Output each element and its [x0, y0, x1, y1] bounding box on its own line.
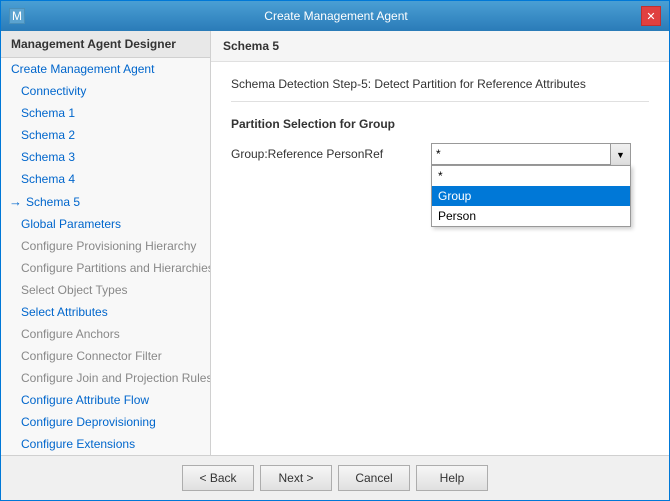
field-row: Group:Reference PersonRef * ▼ * Group Pe…: [231, 143, 649, 165]
help-button[interactable]: Help: [416, 465, 488, 491]
sidebar-item-create-management-agent[interactable]: Create Management Agent: [1, 58, 210, 80]
dropdown-list: * Group Person: [431, 165, 631, 227]
main-header: Schema 5: [211, 31, 669, 62]
sidebar-item-configure-join-and-projection-rules: Configure Join and Projection Rules: [1, 367, 210, 389]
field-label: Group:Reference PersonRef: [231, 143, 431, 161]
sidebar-item-global-parameters[interactable]: Global Parameters: [1, 213, 210, 235]
dropdown-option-person[interactable]: Person: [432, 206, 630, 226]
sidebar-item-configure-extensions[interactable]: Configure Extensions: [1, 433, 210, 455]
sidebar-header: Management Agent Designer: [1, 31, 210, 58]
sidebar-item-configure-deprovisioning[interactable]: Configure Deprovisioning: [1, 411, 210, 433]
sidebar-item-configure-connector-filter: Configure Connector Filter: [1, 345, 210, 367]
window-title: Create Management Agent: [31, 9, 641, 23]
back-button[interactable]: < Back: [182, 465, 254, 491]
sidebar-item-connectivity[interactable]: Connectivity: [1, 80, 210, 102]
dropdown-select[interactable]: * ▼: [431, 143, 631, 165]
cancel-button[interactable]: Cancel: [338, 465, 410, 491]
main-window: M Create Management Agent ✕ Management A…: [0, 0, 670, 501]
dropdown-option-group[interactable]: Group: [432, 186, 630, 206]
sidebar-item-select-attributes[interactable]: Select Attributes: [1, 301, 210, 323]
main-panel: Schema 5 Schema Detection Step-5: Detect…: [211, 31, 669, 455]
dropdown-option-star[interactable]: *: [432, 166, 630, 186]
sidebar: Management Agent Designer Create Managem…: [1, 31, 211, 455]
dropdown-wrapper: * ▼ * Group Person: [431, 143, 649, 165]
active-arrow-icon: →: [9, 194, 22, 209]
close-button[interactable]: ✕: [641, 6, 661, 26]
sidebar-item-schema-5[interactable]: → Schema 5: [1, 190, 210, 213]
sidebar-item-configure-attribute-flow[interactable]: Configure Attribute Flow: [1, 389, 210, 411]
dropdown-value: *: [436, 147, 630, 161]
sidebar-item-select-object-types: Select Object Types: [1, 279, 210, 301]
sidebar-item-schema-1[interactable]: Schema 1: [1, 102, 210, 124]
sidebar-item-schema-3[interactable]: Schema 3: [1, 146, 210, 168]
window-icon: M: [9, 8, 25, 24]
sidebar-item-configure-provisioning-hierarchy: Configure Provisioning Hierarchy: [1, 235, 210, 257]
next-button[interactable]: Next >: [260, 465, 332, 491]
bottom-bar: < Back Next > Cancel Help: [1, 455, 669, 500]
sidebar-item-configure-partitions-and-hierarchies: Configure Partitions and Hierarchies: [1, 257, 210, 279]
sidebar-item-schema-2[interactable]: Schema 2: [1, 124, 210, 146]
partition-section: Partition Selection for Group Group:Refe…: [231, 117, 649, 165]
partition-title: Partition Selection for Group: [231, 117, 649, 131]
content-area: Management Agent Designer Create Managem…: [1, 31, 669, 455]
titlebar: M Create Management Agent ✕: [1, 1, 669, 31]
sidebar-item-configure-anchors: Configure Anchors: [1, 323, 210, 345]
main-content: Schema Detection Step-5: Detect Partitio…: [211, 62, 669, 455]
step-description: Schema Detection Step-5: Detect Partitio…: [231, 77, 649, 102]
sidebar-item-schema-4[interactable]: Schema 4: [1, 168, 210, 190]
